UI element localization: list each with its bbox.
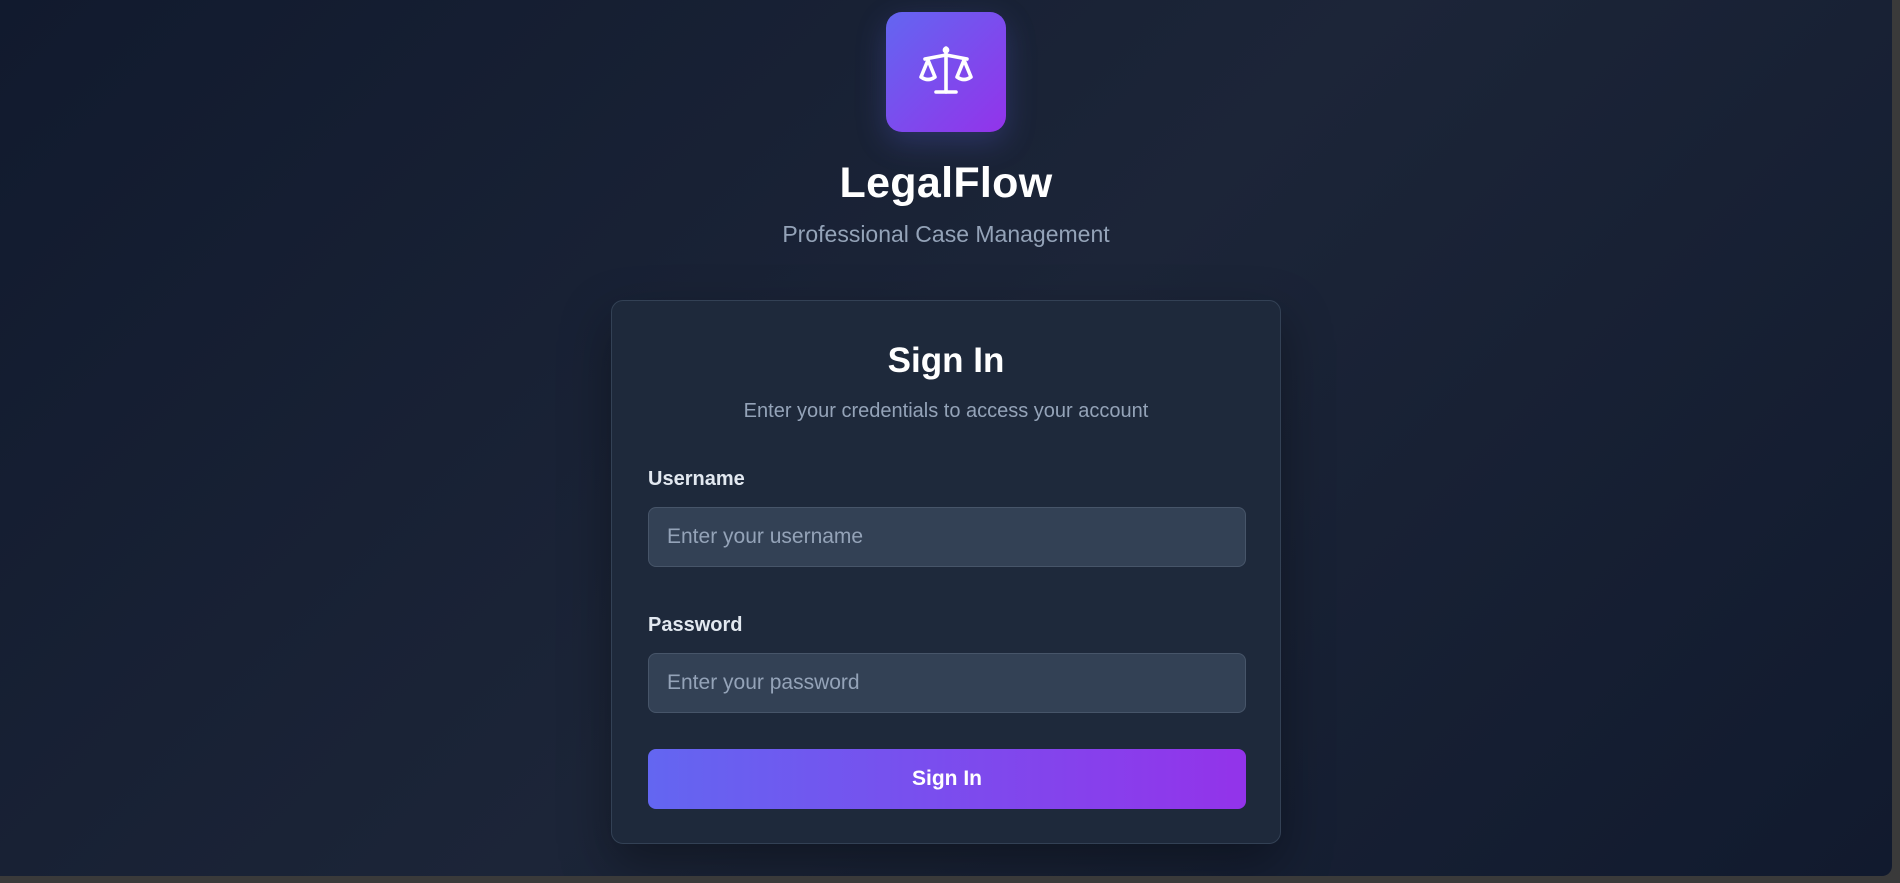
brand-logo xyxy=(886,12,1006,132)
password-input[interactable] xyxy=(648,653,1246,713)
app-title: LegalFlow xyxy=(839,159,1053,207)
sign-in-subtitle: Enter your credentials to access your ac… xyxy=(743,400,1149,422)
scales-of-justice-icon xyxy=(919,46,973,94)
login-page: LegalFlow Professional Case Management S… xyxy=(0,0,1892,876)
username-input[interactable] xyxy=(648,507,1246,567)
login-container: LegalFlow Professional Case Management S… xyxy=(0,0,1892,844)
sign-in-card: Sign In Enter your credentials to access… xyxy=(611,300,1281,844)
sign-in-button[interactable]: Sign In xyxy=(648,749,1246,809)
app-tagline: Professional Case Management xyxy=(782,221,1110,247)
sign-in-title: Sign In xyxy=(887,341,1005,380)
password-label: Password xyxy=(648,614,743,636)
username-label: Username xyxy=(648,468,745,490)
